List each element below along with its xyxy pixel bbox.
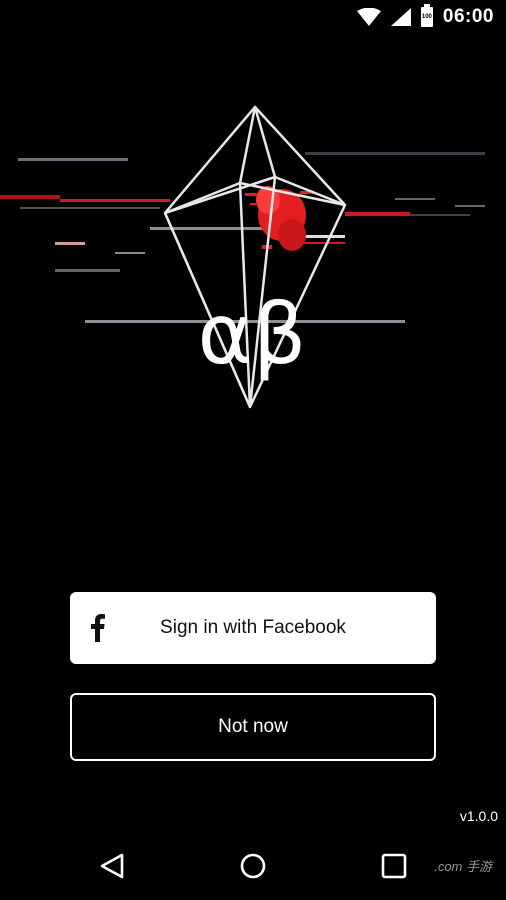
facebook-sign-in-button[interactable]: Sign in with Facebook bbox=[70, 592, 436, 664]
recents-icon[interactable] bbox=[378, 850, 410, 882]
facebook-button-label: Sign in with Facebook bbox=[160, 617, 346, 638]
facebook-icon bbox=[91, 614, 105, 642]
version-label: v1.0.0 bbox=[459, 808, 498, 824]
battery-icon: 100 bbox=[420, 4, 433, 27]
navigation-bar bbox=[0, 830, 506, 900]
cell-signal-icon bbox=[390, 8, 411, 26]
home-icon[interactable] bbox=[237, 850, 269, 882]
app-logo-text: αβ bbox=[198, 285, 307, 383]
not-now-button[interactable]: Not now bbox=[70, 693, 436, 761]
battery-level: 100 bbox=[421, 14, 432, 20]
wifi-icon bbox=[356, 8, 381, 26]
not-now-label: Not now bbox=[218, 716, 288, 737]
back-icon[interactable] bbox=[96, 850, 128, 882]
app-logo-graphic: αβ bbox=[0, 105, 485, 409]
status-time: 06:00 bbox=[442, 6, 494, 27]
status-bar: 100 06:00 bbox=[0, 0, 506, 34]
watermark-text: .com 手游 bbox=[434, 859, 492, 874]
